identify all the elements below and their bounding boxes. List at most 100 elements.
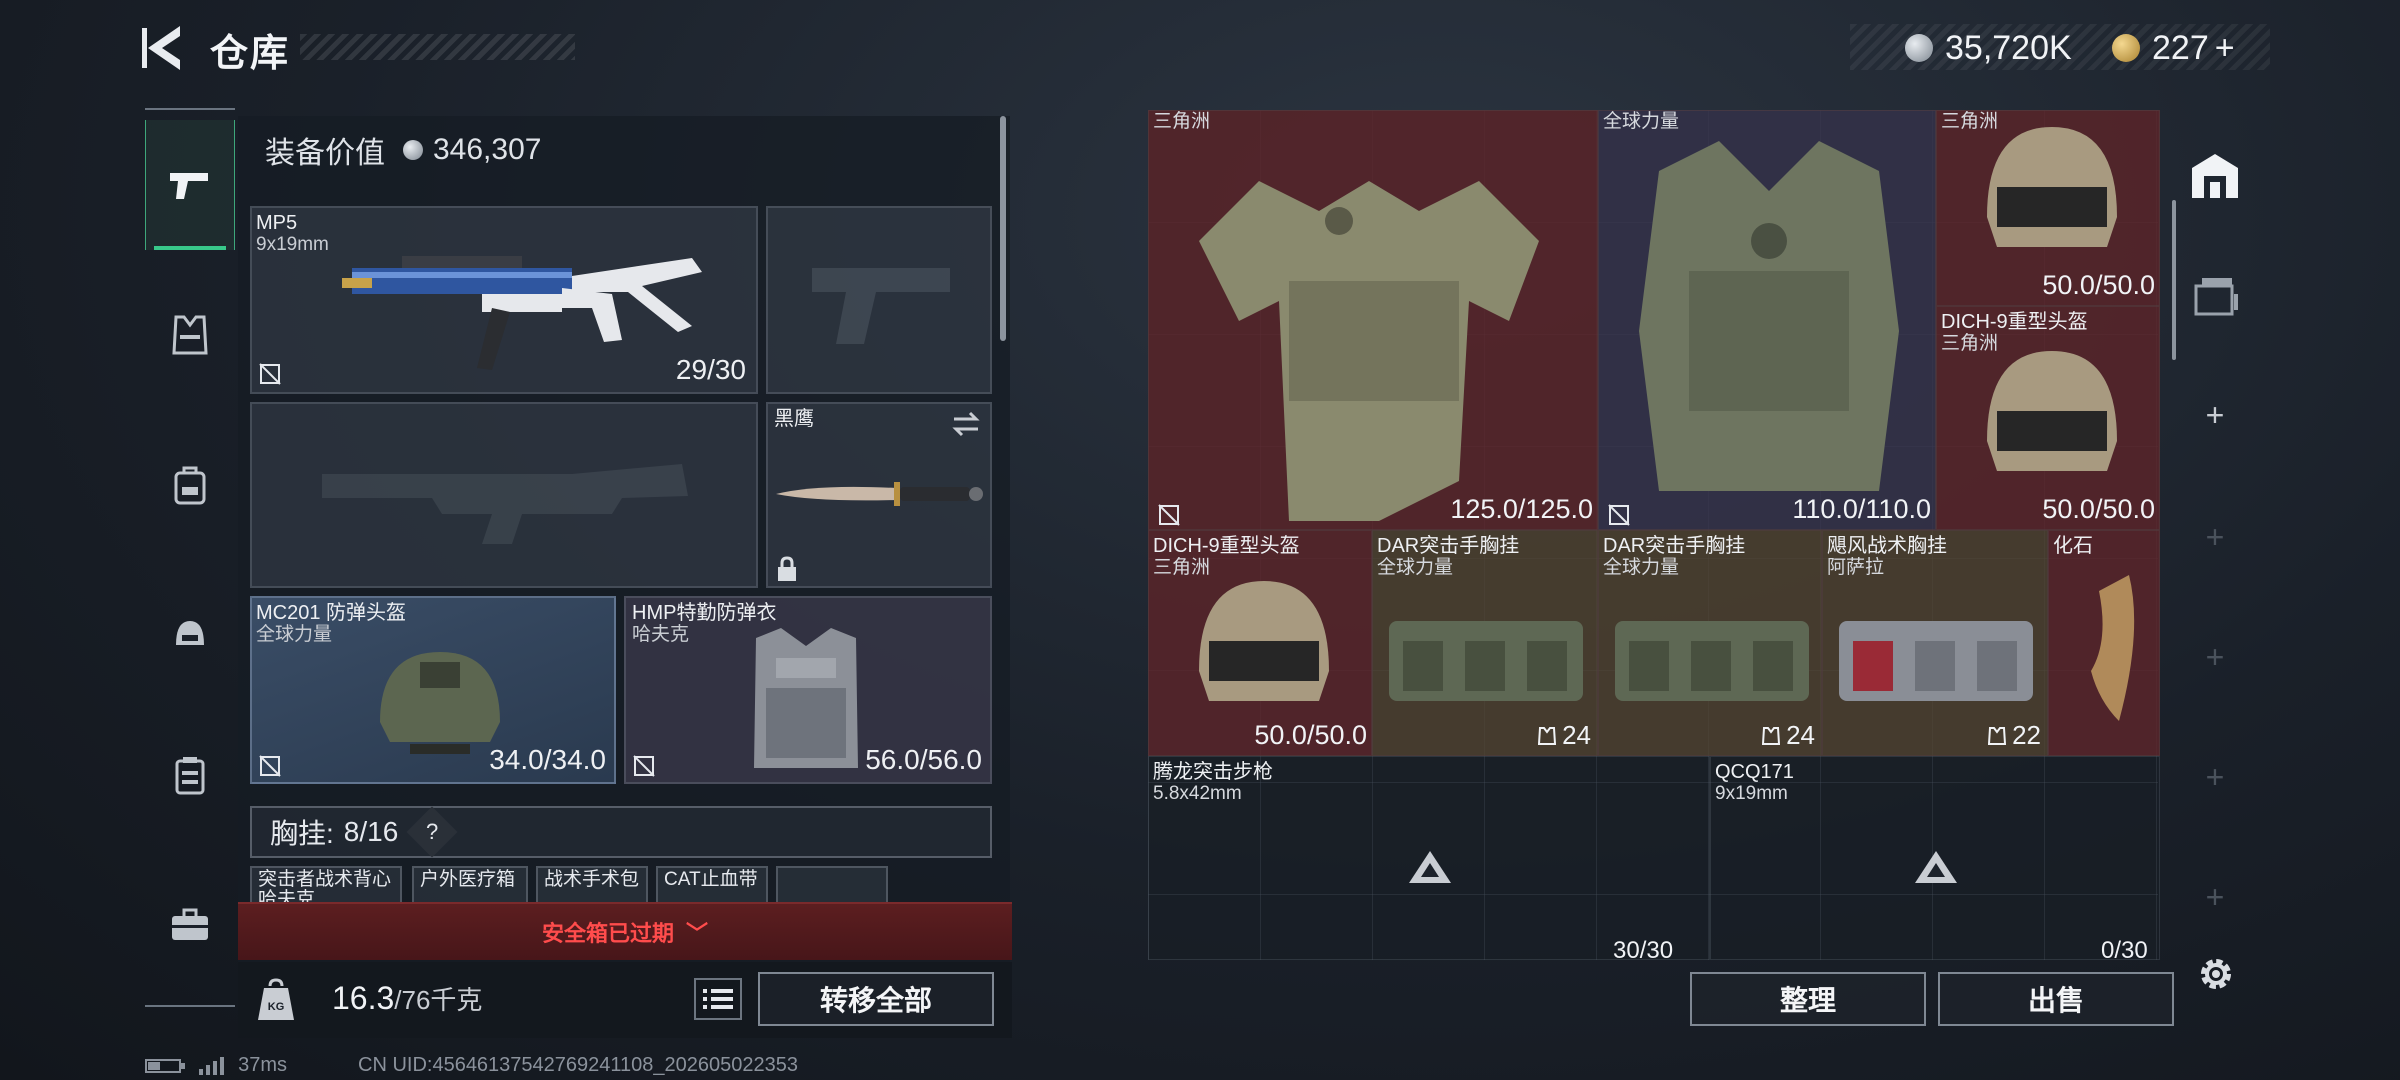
settings-button[interactable] — [2196, 954, 2236, 994]
lock-icon — [778, 556, 796, 581]
slot-helmet[interactable]: MC201 防弹头盔 全球力量 34.0/34.0 — [250, 596, 616, 784]
svg-text:KG: KG — [268, 1001, 285, 1013]
storage-tab-main[interactable] — [2188, 150, 2242, 204]
title-decoration — [300, 34, 575, 60]
melee-name: 黑鹰 — [774, 408, 814, 430]
storage-item-fossil[interactable]: 化石 — [2048, 530, 2160, 756]
loadout-value: 装备价值 346,307 — [265, 128, 541, 172]
ping-value: 37ms — [238, 1054, 288, 1076]
value-label: 装备价值 — [265, 137, 385, 170]
weight-max: /76千克 — [394, 985, 483, 1015]
currency-silver: 35,720K — [1905, 26, 2072, 70]
sell-button[interactable]: 出售 — [1938, 972, 2174, 1026]
nav-case[interactable] — [145, 860, 235, 990]
rig-capacity-bar: 胸挂: 8 /16 ? — [250, 806, 992, 858]
add-storage-tab-button[interactable]: + — [2198, 520, 2232, 554]
no-insure-icon — [633, 755, 655, 777]
add-storage-tab-button[interactable]: + — [2198, 398, 2232, 432]
loading-triangle-icon — [1915, 851, 1957, 883]
slot-melee[interactable]: 黑鹰 — [766, 402, 992, 588]
add-storage-tab-button[interactable]: + — [2198, 880, 2232, 914]
nav-weapons[interactable] — [145, 120, 235, 250]
value-amount: 346,307 — [433, 133, 542, 166]
mp5-image — [342, 256, 702, 370]
storage-item-rig[interactable]: 飓风战术胸挂 阿萨拉 22 — [1822, 530, 2048, 756]
rig-mini-icon — [1762, 726, 1781, 745]
storage-item-helmet[interactable]: 三角洲 50.0/50.0 — [1936, 110, 2160, 306]
nav-armor[interactable] — [145, 270, 235, 400]
rig-capacity: 24 — [1538, 720, 1591, 751]
rifle-silhouette-icon — [322, 464, 688, 544]
carry-weight: 16.3/76千克 — [332, 980, 482, 1017]
helmet-icon — [176, 621, 204, 645]
briefcase-icon — [172, 908, 208, 940]
no-insure-icon — [259, 363, 281, 385]
list-icon — [703, 989, 733, 1009]
nav-divider-bottom — [145, 1005, 235, 1007]
chevron-down-icon: ﹀ — [686, 921, 709, 946]
gold-amount: 227 — [2152, 28, 2209, 67]
rig-used: 8 — [343, 816, 360, 847]
back-button[interactable] — [140, 22, 188, 74]
help-icon[interactable]: ? — [406, 806, 458, 858]
storage-scrollbar[interactable] — [2172, 200, 2176, 360]
knife-image — [776, 482, 983, 506]
slot-primary-weapon[interactable]: MP5 9x19mm 29/30 — [250, 206, 758, 394]
helmet-image — [1987, 351, 2117, 471]
weight-icon: KG — [258, 978, 294, 1020]
transfer-all-button[interactable]: 转移全部 — [758, 972, 994, 1026]
rig-capacity: 24 — [1762, 720, 1815, 751]
weight-current: 16.3 — [332, 980, 395, 1016]
nav-backpack[interactable] — [145, 420, 235, 550]
storage-item-helmet[interactable]: DICH-9重型头盔 三角洲 50.0/50.0 — [1936, 306, 2160, 530]
storage-item-rig[interactable]: DAR突击手胸挂 全球力量 24 — [1598, 530, 1822, 756]
storage-item-smg[interactable]: QCQ171 9x19mm 0/30 — [1710, 756, 2160, 964]
storage-item-rifle[interactable]: 腾龙突击步枪 5.8x42mm 30/30 — [1148, 756, 1710, 964]
gear-icon — [2201, 959, 2231, 989]
backpack-icon — [174, 466, 206, 505]
storage-box-icon — [2194, 278, 2238, 316]
weapon-ammo: 29/30 — [675, 354, 746, 385]
rig-image — [1615, 621, 1809, 701]
slot-rifle-empty[interactable] — [250, 402, 758, 588]
rig-label: 胸挂: — [270, 818, 334, 849]
secure-case-expired-banner[interactable]: 安全箱已过期 ﹀ — [238, 902, 1012, 960]
slot-armor[interactable]: HMP特勤防弹衣 哈夫克 56.0/56.0 — [624, 596, 992, 784]
helmet-image — [1199, 581, 1329, 701]
helmet-name: MC201 防弹头盔 — [256, 602, 407, 624]
storage-tab-4[interactable] — [2188, 268, 2242, 322]
signal-icon — [198, 1056, 224, 1075]
add-storage-tab-button[interactable]: + — [2198, 640, 2232, 674]
rig-capacity: 22 — [1988, 720, 2041, 751]
battery-icon — [145, 1058, 185, 1073]
rig-mini-icon — [1538, 726, 1557, 745]
vest-icon — [172, 315, 208, 355]
add-storage-tab-button[interactable]: + — [2198, 760, 2232, 794]
storage-item-armor[interactable]: 全球力量 110.0/110.0 — [1598, 110, 1936, 530]
claw-image — [2091, 575, 2135, 721]
storage-item-helmet[interactable]: DICH-9重型头盔 三角洲 50.0/50.0 — [1148, 530, 1372, 756]
loadout-scrollbar[interactable] — [1000, 116, 1006, 341]
gold-coin-icon — [2112, 34, 2140, 62]
silver-amount: 35,720K — [1945, 28, 2072, 67]
no-insure-icon — [1608, 504, 1630, 526]
storage-item-armor[interactable]: 三角洲 125.0/125.0 — [1148, 110, 1598, 530]
weapon-caliber: 9x19mm — [256, 234, 329, 255]
rig-mini-icon — [1988, 726, 2007, 745]
loading-triangle-icon — [1409, 851, 1451, 883]
helmet-durability: 34.0/34.0 — [489, 744, 606, 775]
nav-rig[interactable] — [145, 710, 235, 840]
nav-helmet[interactable] — [145, 570, 235, 700]
list-view-button[interactable] — [694, 978, 742, 1020]
silver-coin-icon — [403, 140, 423, 160]
currency-gold[interactable]: 227 + — [2112, 26, 2235, 70]
weapon-name: MP5 — [256, 212, 298, 234]
add-gold-button[interactable]: + — [2215, 29, 2235, 68]
sort-button[interactable]: 整理 — [1690, 972, 1926, 1026]
swap-icon[interactable] — [950, 410, 982, 438]
storage-item-rig[interactable]: DAR突击手胸挂 全球力量 24 — [1372, 530, 1598, 756]
page-title: 仓库 — [210, 33, 291, 75]
rig-image — [1389, 621, 1583, 701]
armor-image — [754, 628, 858, 768]
slot-secondary-empty[interactable] — [766, 206, 992, 394]
